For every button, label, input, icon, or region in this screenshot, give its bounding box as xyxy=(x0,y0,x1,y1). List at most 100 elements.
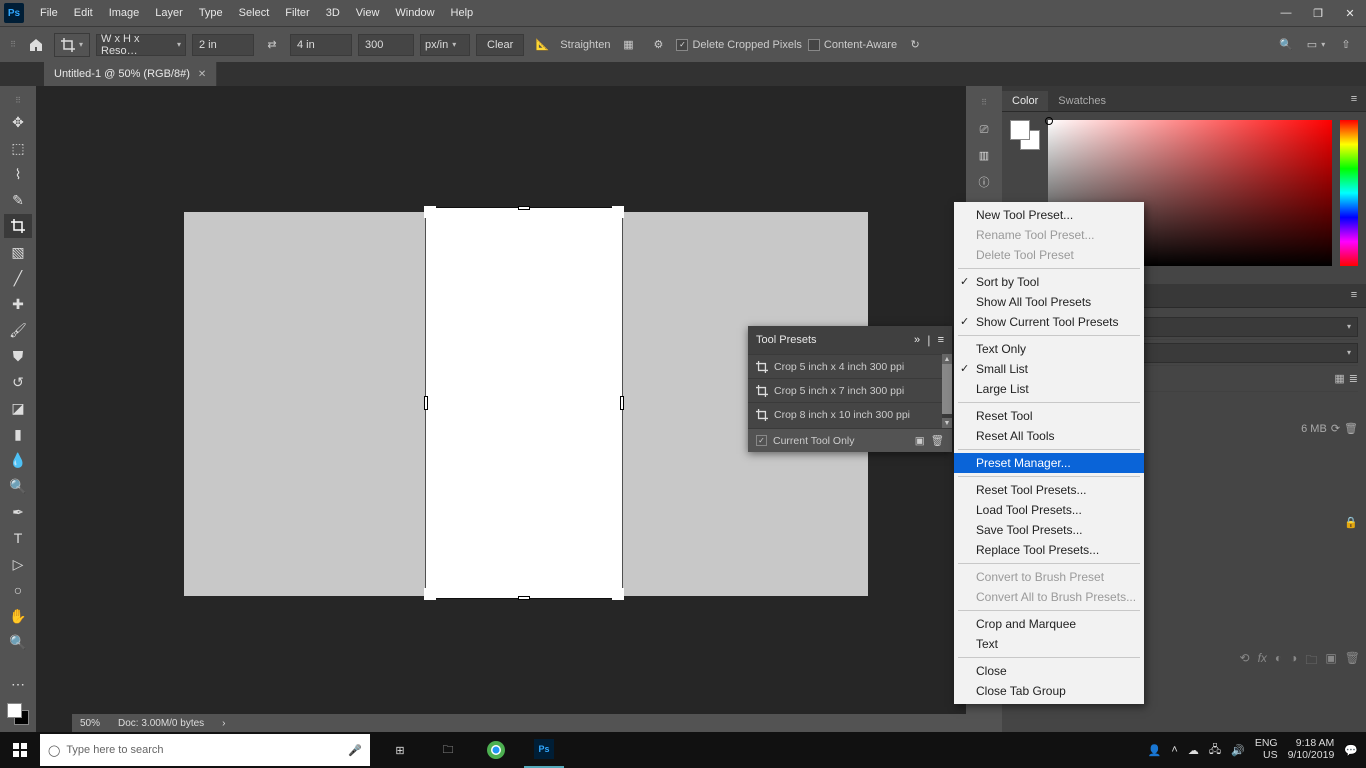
height-input[interactable] xyxy=(290,34,352,56)
menu-item[interactable]: Save Tool Presets... xyxy=(954,520,1144,540)
history-brush-tool[interactable]: ↺ xyxy=(4,370,32,394)
group-icon[interactable]: 🗀 xyxy=(1305,651,1317,672)
menu-item[interactable]: Close xyxy=(954,661,1144,681)
onedrive-icon[interactable]: ☁ xyxy=(1188,744,1199,757)
reset-icon[interactable]: ↻ xyxy=(903,33,927,57)
preset-item[interactable]: Crop 5 inch x 7 inch 300 ppi xyxy=(748,378,942,402)
fx-icon[interactable]: fx xyxy=(1258,651,1267,672)
menu-item[interactable]: Small List xyxy=(954,359,1144,379)
menu-item[interactable]: Text Only xyxy=(954,339,1144,359)
photoshop-icon[interactable]: Ps xyxy=(524,732,564,768)
blur-tool[interactable]: 💧 xyxy=(4,448,32,472)
edit-toolbar-icon[interactable]: ⋯ xyxy=(4,672,32,696)
tab-swatches[interactable]: Swatches xyxy=(1048,91,1116,111)
grid-overlay-icon[interactable]: ▦ xyxy=(616,33,640,57)
taskbar-search[interactable]: ◯ Type here to search 🎤 xyxy=(40,734,370,766)
scrollbar[interactable]: ▲ ▼ xyxy=(942,354,952,428)
healing-tool[interactable]: ✚ xyxy=(4,292,32,316)
delete-cropped-checkbox[interactable]: ✓Delete Cropped Pixels xyxy=(676,39,801,51)
mask-add-icon[interactable]: ◐ xyxy=(1275,651,1282,672)
home-icon[interactable] xyxy=(24,33,48,57)
crop-tool[interactable] xyxy=(4,214,32,238)
clear-button[interactable]: Clear xyxy=(476,34,524,56)
pen-tool[interactable]: ✒ xyxy=(4,500,32,524)
menu-item[interactable]: Show Current Tool Presets xyxy=(954,312,1144,332)
link-icon[interactable]: ⟲ xyxy=(1240,651,1250,672)
menu-item[interactable]: Text xyxy=(954,634,1144,654)
menu-type[interactable]: Type xyxy=(191,7,231,19)
start-button[interactable] xyxy=(0,732,40,768)
eraser-tool[interactable]: ◪ xyxy=(4,396,32,420)
panel-menu-icon[interactable]: ≡ xyxy=(1342,87,1366,111)
current-tool-only-checkbox[interactable]: Current Tool Only xyxy=(773,435,855,447)
menu-filter[interactable]: Filter xyxy=(277,7,317,19)
region-label[interactable]: US xyxy=(1263,750,1278,762)
stamp-tool[interactable]: ⛊ xyxy=(4,344,32,368)
preset-item[interactable]: Crop 5 inch x 4 inch 300 ppi xyxy=(748,354,942,378)
mic-icon[interactable]: 🎤 xyxy=(348,744,362,757)
fg-bg-swatch[interactable] xyxy=(1010,120,1040,150)
trash-icon[interactable]: 🗑 xyxy=(1344,422,1358,435)
tray-up-icon[interactable]: ˄ xyxy=(1171,744,1177,756)
resolution-input[interactable] xyxy=(358,34,414,56)
minimize-button[interactable]: — xyxy=(1272,3,1300,23)
menu-item[interactable]: Show All Tool Presets xyxy=(954,292,1144,312)
menu-3d[interactable]: 3D xyxy=(318,7,348,19)
menu-item[interactable]: Large List xyxy=(954,379,1144,399)
menu-file[interactable]: File xyxy=(32,7,66,19)
menu-item[interactable]: Load Tool Presets... xyxy=(954,500,1144,520)
hue-slider[interactable] xyxy=(1340,120,1358,266)
status-arrow-icon[interactable]: › xyxy=(222,718,225,729)
list-view-icon[interactable]: ≣ xyxy=(1349,372,1358,385)
adjustment-icon[interactable]: ◑ xyxy=(1290,651,1297,672)
gradient-tool[interactable]: ▮ xyxy=(4,422,32,446)
menu-item[interactable]: Reset Tool Presets... xyxy=(954,480,1144,500)
menu-item[interactable]: Sort by Tool xyxy=(954,272,1144,292)
share-icon[interactable]: ⇧ xyxy=(1334,33,1358,57)
type-tool[interactable]: T xyxy=(4,526,32,550)
clock-date[interactable]: 9/10/2019 xyxy=(1288,750,1335,762)
new-layer-icon[interactable]: ▣ xyxy=(1325,651,1336,672)
straighten-icon[interactable]: 📐 xyxy=(530,33,554,57)
explorer-icon[interactable]: 🗀 xyxy=(428,732,468,768)
zoom-level[interactable]: 50% xyxy=(80,718,100,729)
unit-select[interactable]: px/in xyxy=(420,34,470,56)
menu-layer[interactable]: Layer xyxy=(147,7,191,19)
search-icon[interactable]: 🔍 xyxy=(1274,33,1298,57)
content-aware-checkbox[interactable]: Content-Aware xyxy=(808,39,897,51)
learn-icon[interactable]: ⎚ xyxy=(980,124,989,137)
network-icon[interactable]: 🖧 xyxy=(1209,741,1221,760)
menu-item[interactable]: Replace Tool Presets... xyxy=(954,540,1144,560)
task-view-icon[interactable]: ⊞ xyxy=(380,732,420,768)
frame-tool[interactable]: ▧ xyxy=(4,240,32,264)
maximize-button[interactable]: ❐ xyxy=(1304,3,1332,23)
preset-item[interactable]: Crop 8 inch x 10 inch 300 ppi xyxy=(748,402,942,426)
libraries-icon[interactable]: ▥ xyxy=(979,149,989,162)
menu-item[interactable]: Crop and Marquee xyxy=(954,614,1144,634)
panel-menu-icon[interactable]: ≡ xyxy=(1342,283,1366,307)
straighten-label[interactable]: Straighten xyxy=(560,39,610,51)
eyedropper-tool[interactable]: ╱ xyxy=(4,266,32,290)
menu-item[interactable]: Reset All Tools xyxy=(954,426,1144,446)
width-input[interactable] xyxy=(192,34,254,56)
crop-tool-icon[interactable] xyxy=(54,33,90,57)
chrome-icon[interactable] xyxy=(476,732,516,768)
menu-edit[interactable]: Edit xyxy=(66,7,101,19)
document-tab[interactable]: Untitled-1 @ 50% (RGB/8#) ✕ xyxy=(44,62,217,86)
quick-select-tool[interactable]: ✎ xyxy=(4,188,32,212)
close-button[interactable]: ✕ xyxy=(1336,3,1364,23)
menu-item[interactable]: Reset Tool xyxy=(954,406,1144,426)
volume-icon[interactable]: 🔊 xyxy=(1231,744,1245,757)
close-tab-icon[interactable]: ✕ xyxy=(198,69,206,80)
path-select-tool[interactable]: ▷ xyxy=(4,552,32,576)
notifications-icon[interactable]: 💬 xyxy=(1344,744,1358,757)
workspace-select-icon[interactable]: ▭ xyxy=(1304,33,1328,57)
preset-select[interactable]: W x H x Reso… xyxy=(96,34,186,56)
menu-image[interactable]: Image xyxy=(101,7,148,19)
menu-item[interactable]: Preset Manager... xyxy=(954,453,1144,473)
menu-view[interactable]: View xyxy=(348,7,388,19)
info-icon[interactable]: ⓘ xyxy=(979,174,990,190)
menu-window[interactable]: Window xyxy=(387,7,442,19)
menu-item[interactable]: Close Tab Group xyxy=(954,681,1144,701)
lock-all-icon[interactable]: 🔒 xyxy=(1344,516,1358,529)
